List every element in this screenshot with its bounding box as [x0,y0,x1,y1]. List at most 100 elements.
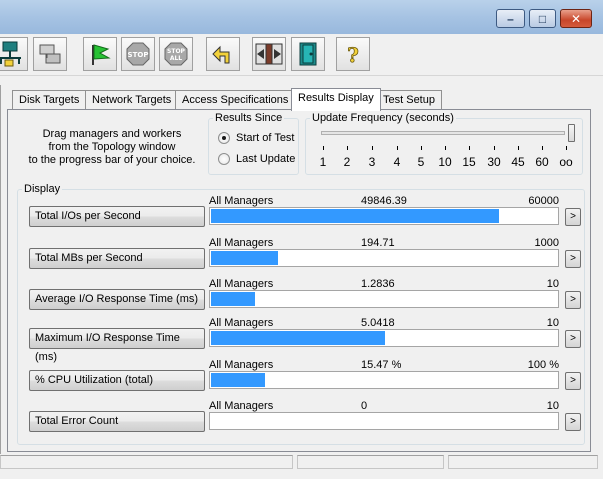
progress-bar[interactable] [209,249,559,267]
disk-workers-icon [39,44,61,64]
disk-workers-button[interactable] [33,37,67,71]
panel-border [0,85,1,455]
stop-icon: STOP [126,42,150,66]
expand-arrow-button[interactable]: > [565,413,581,431]
help-label: ? [347,43,359,67]
slider-tick-label: 60 [535,155,549,169]
progress-bar[interactable] [209,412,559,430]
slider-tick-label: 2 [343,155,351,169]
slider-tick-label: 5 [417,155,425,169]
help-icon: ? [347,43,360,68]
update-frequency-slider-thumb[interactable] [568,124,575,142]
start-tests-button[interactable] [83,37,117,71]
update-frequency-slider-track[interactable] [321,131,565,135]
close-button[interactable]: ✕ [560,9,592,28]
slider-tick-mark [397,146,398,150]
row-source: All Managers [209,317,274,329]
metric-button[interactable]: Total MBs per Second [29,248,205,269]
row-value: 0 [361,400,368,412]
row-value: 1.2836 [361,278,395,290]
radio-unselected-icon [218,153,230,165]
metric-button[interactable]: Total Error Count [29,411,205,432]
slider-tick-mark [469,146,470,150]
instructions-line-1: Drag managers and workers [42,128,182,140]
results-since-title: Results Since [215,112,283,124]
display-title: Display [24,183,61,195]
topology-icon [0,41,21,67]
help-button[interactable]: ? [336,37,370,71]
slider-tick-mark [372,146,373,150]
progress-bar[interactable] [209,329,559,347]
slider-tick-mark [566,146,567,150]
slider-tick-mark [445,146,446,150]
row-max: 100 % [527,359,559,371]
row-max: 60000 [528,195,559,207]
tab-access-specifications[interactable]: Access Specifications [175,90,296,110]
slider-tick-label: 1 [319,155,327,169]
status-cell-2 [297,455,444,469]
minimize-icon: – [507,11,514,26]
metric-button[interactable]: % CPU Utilization (total) [29,370,205,391]
row-value: 15.47 % [361,359,402,371]
slider-tick-mark [323,146,324,150]
maximize-icon: □ [538,11,547,26]
stop-all-label-top: STOP [167,48,186,55]
status-cell-3 [448,455,598,469]
reset-button[interactable] [206,37,240,71]
stop-button[interactable]: STOP [121,37,155,71]
title-bar: – □ ✕ [0,0,603,34]
metric-button[interactable]: Maximum I/O Response Time (ms) [29,328,205,363]
exit-button[interactable] [252,37,286,71]
topology-button[interactable] [0,37,28,71]
stop-all-button[interactable]: STOP ALL [159,37,193,71]
progress-bar-fill [211,292,255,306]
stop-all-label-bottom: ALL [170,55,182,62]
row-max: 10 [546,278,559,290]
minimize-button[interactable]: – [496,9,525,28]
expand-arrow-button[interactable]: > [565,291,581,309]
slider-tick-label: 10 [438,155,452,169]
radio-start-of-test-label: Start of Test [236,132,295,144]
radio-last-update-label: Last Update [236,153,296,165]
slider-tick-label: 45 [511,155,525,169]
expand-arrow-button[interactable]: > [565,372,581,390]
progress-bar-fill [211,373,265,387]
close-icon: ✕ [570,11,582,26]
slider-tick-mark [542,146,543,150]
slider-tick-mark [421,146,422,150]
row-source: All Managers [209,359,274,371]
instructions-line-3: to the progress bar of your choice. [28,154,196,166]
row-max: 1000 [534,237,559,249]
slider-tick-mark [494,146,495,150]
row-source: All Managers [209,278,274,290]
tab-network-targets[interactable]: Network Targets [85,90,179,110]
drag-instructions: Drag managers and workers from the Topol… [24,128,200,167]
metric-button[interactable]: Average I/O Response Time (ms) [29,289,205,310]
tab-test-setup[interactable]: Test Setup [376,90,442,110]
expand-arrow-button[interactable]: > [565,208,581,226]
slider-tick-label: 15 [462,155,476,169]
maximize-button[interactable]: □ [529,9,556,28]
slider-tick-label: 4 [393,155,401,169]
radio-start-of-test[interactable]: Start of Test [218,132,295,144]
row-max: 10 [546,400,559,412]
expand-arrow-button[interactable]: > [565,250,581,268]
progress-bar-fill [211,209,499,223]
tab-disk-targets[interactable]: Disk Targets [12,90,87,110]
progress-bar-fill [211,251,278,265]
instructions-line-2: from the Topology window [48,141,176,153]
tab-results-display[interactable]: Results Display [291,88,381,111]
progress-bar[interactable] [209,290,559,308]
progress-bar-fill [211,331,385,345]
progress-bar[interactable] [209,207,559,225]
status-cell-1 [0,455,293,469]
stop-all-icon: STOP ALL [164,42,188,66]
radio-last-update[interactable]: Last Update [218,153,295,165]
expand-arrow-button[interactable]: > [565,330,581,348]
metric-button[interactable]: Total I/Os per Second [29,206,205,227]
progress-bar[interactable] [209,371,559,389]
exit-icon [255,43,283,65]
row-value: 5.0418 [361,317,395,329]
exit-save-button[interactable] [291,37,325,71]
row-max: 10 [546,317,559,329]
